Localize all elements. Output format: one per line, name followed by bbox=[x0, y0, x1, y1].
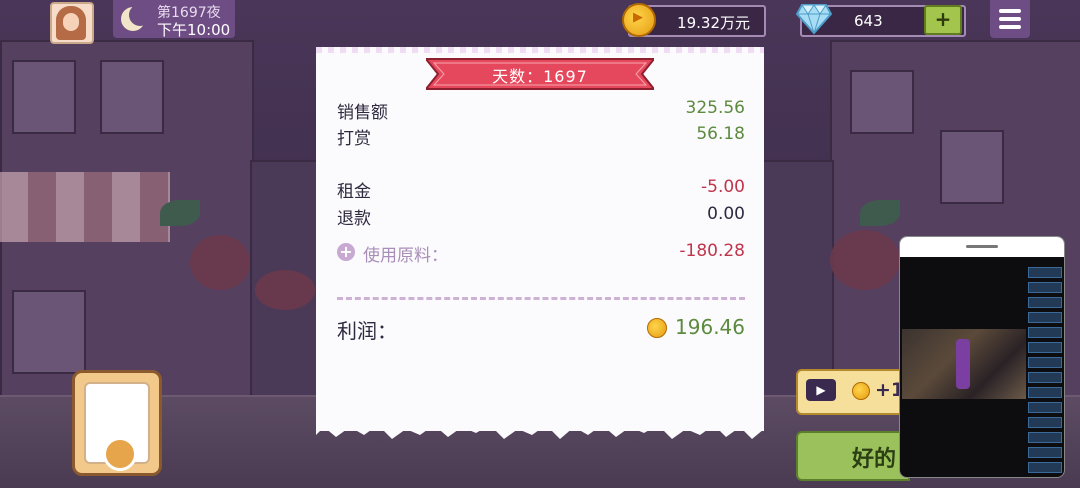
torn-edge bbox=[316, 419, 764, 439]
row-label: 销售额 bbox=[337, 103, 388, 123]
window bbox=[100, 60, 164, 134]
leaf bbox=[860, 200, 900, 226]
ok-button[interactable]: 好的 bbox=[796, 431, 910, 481]
row-label: 打赏 bbox=[337, 129, 371, 149]
row-value: -180.28 bbox=[679, 241, 745, 261]
ok-label: 好的 bbox=[852, 447, 897, 472]
dashed-divider bbox=[337, 297, 745, 300]
window bbox=[940, 130, 1004, 204]
avatar-face bbox=[63, 13, 79, 31]
video-frame[interactable] bbox=[902, 329, 1026, 399]
profit-label: 利润： bbox=[337, 319, 397, 343]
moon-icon bbox=[121, 4, 151, 31]
pip-drag-bar[interactable] bbox=[900, 237, 1064, 257]
row-value: 325.56 bbox=[685, 98, 745, 118]
buy-gems-button[interactable]: + bbox=[924, 5, 962, 35]
floating-video-window[interactable] bbox=[899, 236, 1065, 478]
row-refund: 退款 0.00 bbox=[337, 204, 745, 229]
row-sales: 销售额 325.56 bbox=[337, 98, 745, 123]
plus-circle-icon[interactable]: + bbox=[337, 243, 355, 261]
play-video-icon: ▶ bbox=[806, 379, 836, 401]
window bbox=[12, 60, 76, 134]
day-time-panel: 第1697夜 下午10:00 bbox=[113, 0, 235, 39]
gem-balance-value: 643 bbox=[854, 12, 883, 30]
row-label: 租金 bbox=[337, 182, 371, 202]
coin-icon bbox=[622, 3, 656, 37]
player-avatar[interactable] bbox=[50, 2, 94, 44]
row-label: 退款 bbox=[337, 209, 371, 229]
daily-receipt: 天数：1697 销售额 325.56 打赏 56.18 租金 -5.00 退款 … bbox=[316, 47, 764, 439]
pip-sidebar bbox=[1028, 267, 1062, 473]
menu-icon bbox=[999, 25, 1021, 29]
rose-plant bbox=[190, 235, 250, 290]
coin-balance-value: 19.32万元 bbox=[677, 14, 750, 32]
rose-plant bbox=[255, 270, 315, 310]
row-label: 使用原料： bbox=[363, 246, 448, 266]
leaf bbox=[160, 200, 200, 226]
clock-time: 下午10:00 bbox=[157, 21, 231, 39]
row-value: 0.00 bbox=[707, 204, 745, 224]
diamond-icon bbox=[796, 4, 832, 35]
day-ribbon bbox=[426, 58, 654, 90]
row-value: -5.00 bbox=[701, 177, 745, 197]
menu-button[interactable] bbox=[990, 0, 1030, 38]
watch-ad-button[interactable]: ▶ +1 bbox=[796, 369, 910, 415]
drag-handle[interactable] bbox=[966, 245, 998, 248]
recipe-card-slot[interactable] bbox=[72, 370, 162, 476]
window bbox=[12, 290, 86, 374]
striped-awning bbox=[0, 172, 170, 242]
rose-plant bbox=[830, 230, 900, 290]
profit-value: 196.46 bbox=[675, 315, 745, 339]
window bbox=[850, 70, 914, 134]
coin-icon bbox=[852, 382, 870, 400]
menu-icon bbox=[999, 9, 1021, 13]
row-rent: 租金 -5.00 bbox=[337, 177, 745, 202]
row-tips: 打赏 56.18 bbox=[337, 124, 745, 149]
row-value: 56.18 bbox=[696, 124, 745, 144]
menu-icon bbox=[999, 17, 1021, 21]
row-profit: 利润： 196.46 bbox=[337, 315, 745, 343]
coin-icon bbox=[647, 318, 667, 338]
card-badge bbox=[103, 437, 137, 471]
row-ingredients[interactable]: + 使用原料： -180.28 bbox=[337, 241, 745, 266]
